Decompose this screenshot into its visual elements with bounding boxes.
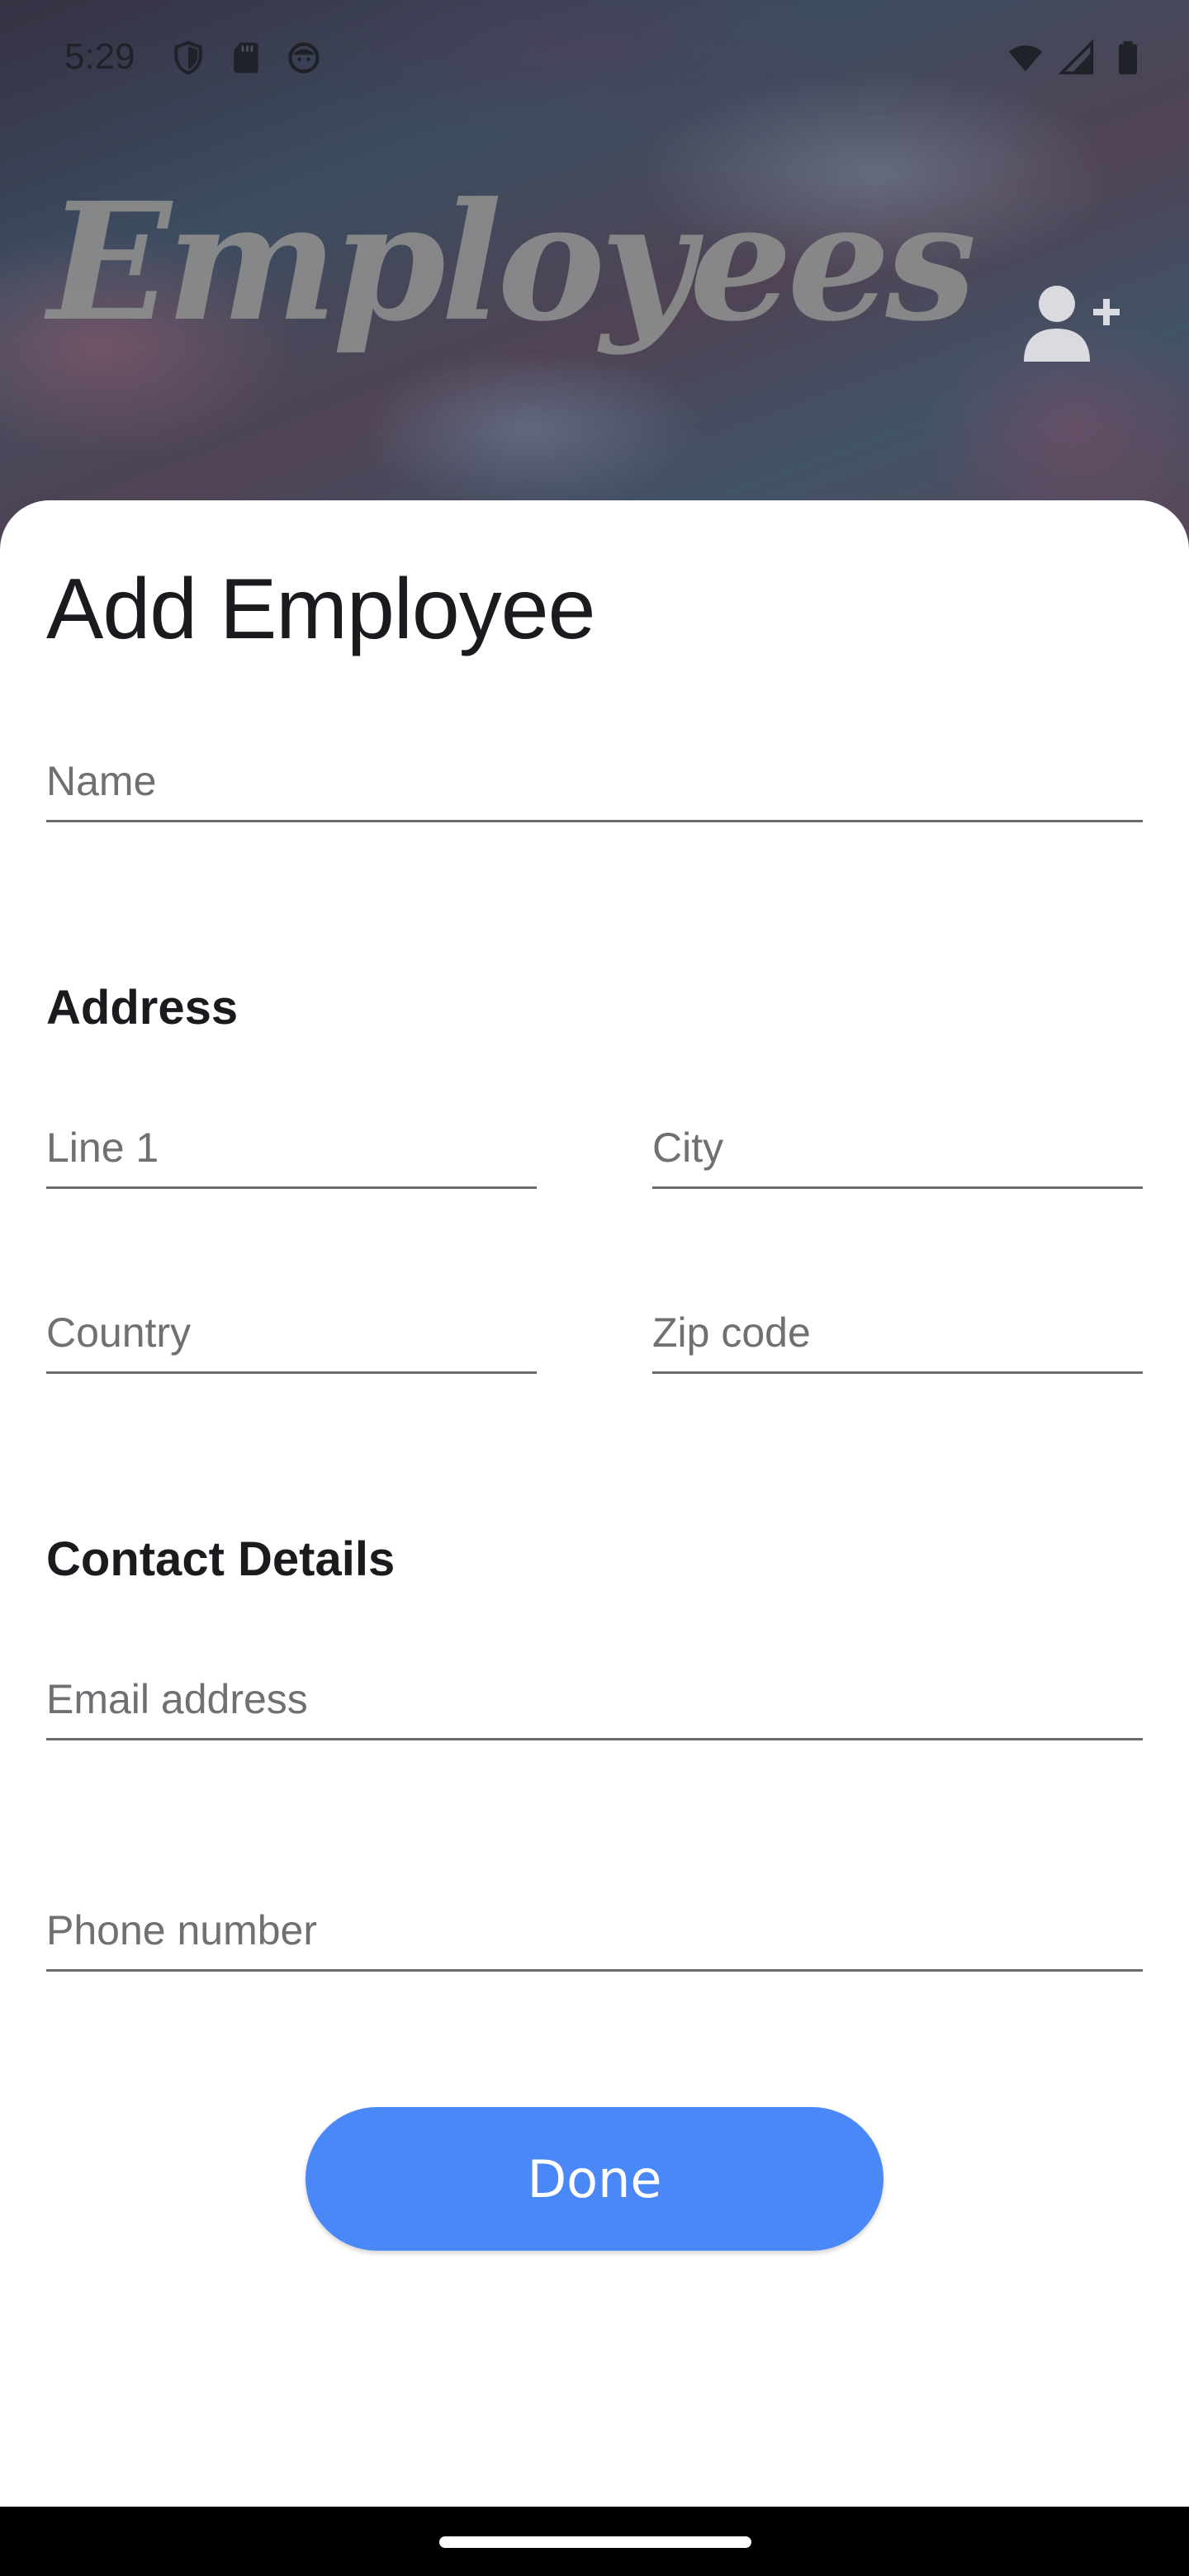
address-heading: Address xyxy=(46,981,239,1035)
cellular-signal-icon xyxy=(1059,39,1094,75)
app-screen: 5:29 Employees Add Employee Name Address… xyxy=(0,0,1189,2576)
status-notification-icons xyxy=(170,38,322,78)
email-field[interactable] xyxy=(46,1666,1143,1740)
country-field[interactable] xyxy=(46,1300,537,1374)
address-line1-field[interactable] xyxy=(46,1115,537,1189)
shield-icon xyxy=(174,40,202,75)
gesture-handle[interactable] xyxy=(439,2536,751,2548)
add-person-icon xyxy=(1024,286,1120,362)
city-field[interactable] xyxy=(652,1115,1143,1189)
zip-code-field[interactable] xyxy=(652,1300,1143,1374)
zip-code-input[interactable] xyxy=(652,1309,1143,1357)
sd-card-icon xyxy=(234,42,258,73)
name-input[interactable] xyxy=(46,757,1143,805)
navigation-bar xyxy=(0,2507,1189,2576)
country-input[interactable] xyxy=(46,1309,537,1357)
wifi-icon xyxy=(1008,45,1043,72)
face-icon xyxy=(288,42,320,73)
contact-details-heading: Contact Details xyxy=(46,1532,396,1586)
city-input[interactable] xyxy=(652,1124,1143,1172)
sheet-title: Add Employee xyxy=(46,561,595,657)
add-employee-sheet: Add Employee Address Contact Details Don… xyxy=(0,500,1189,2507)
phone-field[interactable] xyxy=(46,1897,1143,1972)
address-line1-input[interactable] xyxy=(46,1124,537,1172)
name-field[interactable] xyxy=(46,748,1143,822)
status-system-icons xyxy=(1007,38,1146,78)
battery-icon xyxy=(1119,40,1137,75)
app-title: Employees xyxy=(48,168,977,358)
add-employee-button[interactable] xyxy=(1021,282,1123,365)
status-bar: 5:29 xyxy=(0,0,1189,124)
email-input[interactable] xyxy=(46,1675,1143,1723)
phone-input[interactable] xyxy=(46,1906,1143,1954)
done-button[interactable]: Done xyxy=(306,2107,883,2251)
status-time: 5:29 xyxy=(64,36,135,77)
